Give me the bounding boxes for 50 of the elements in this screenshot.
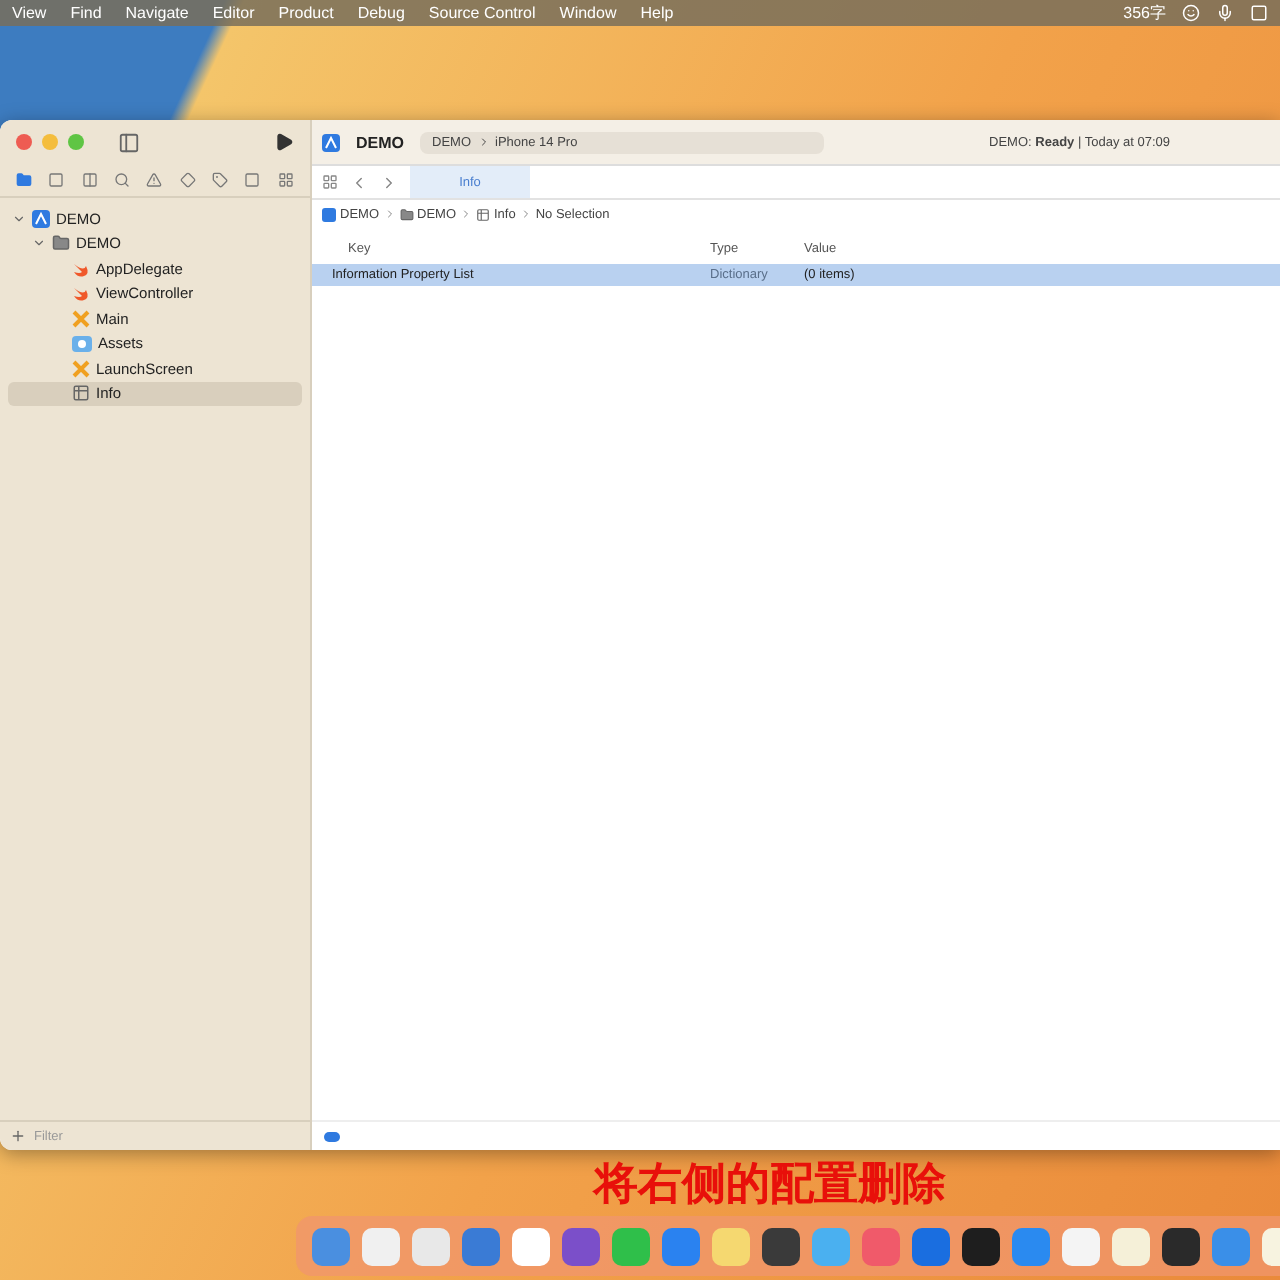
project-icon: [32, 209, 50, 228]
caption: 将右侧的配置删除: [590, 1157, 948, 1213]
folder-icon: [52, 234, 70, 253]
minimize-button[interactable]: [42, 134, 58, 150]
indicator-icon: [324, 1131, 340, 1141]
menu-item[interactable]: Window: [559, 4, 617, 22]
forward-icon[interactable]: [380, 173, 398, 191]
menu-item[interactable]: View: [12, 4, 47, 22]
add-icon[interactable]: [10, 1128, 26, 1144]
word-count: 356字: [1123, 2, 1166, 24]
symbols-tab-icon[interactable]: [81, 172, 98, 188]
dock-app-icon[interactable]: [962, 1227, 1000, 1265]
cross-icon: [72, 359, 90, 378]
table-icon: [476, 207, 490, 221]
issues-tab-icon[interactable]: [146, 172, 163, 188]
cross-icon: [72, 309, 90, 328]
zoom-button[interactable]: [68, 134, 84, 150]
run-icon[interactable]: [274, 132, 294, 152]
disclosure-icon[interactable]: [12, 211, 26, 226]
sidebar-toggle-icon[interactable]: [118, 131, 140, 153]
dock-app-icon[interactable]: [762, 1227, 800, 1265]
grid-icon[interactable]: [322, 174, 338, 190]
project-icon: [322, 207, 336, 221]
search-tab-icon[interactable]: [114, 172, 131, 188]
menu-item[interactable]: Find: [70, 4, 102, 22]
reports-tab-icon[interactable]: [277, 172, 294, 188]
menu-item[interactable]: Editor: [212, 4, 255, 22]
chevron-icon: [519, 208, 532, 220]
chevron-icon: [383, 208, 395, 220]
chevron-icon: [460, 208, 472, 220]
back-icon[interactable]: [350, 173, 368, 191]
project-icon: [322, 133, 340, 151]
disclosure-icon[interactable]: [32, 236, 46, 251]
menu-item[interactable]: Navigate: [125, 4, 189, 22]
folder-tab-icon[interactable]: [16, 172, 33, 188]
dock-app-icon[interactable]: [1162, 1227, 1200, 1265]
tests-tab-icon[interactable]: [179, 172, 196, 188]
table-icon: [72, 384, 90, 403]
menu-item[interactable]: Help: [640, 4, 674, 22]
chevron-icon: [477, 136, 489, 148]
smiley-icon[interactable]: [1182, 4, 1200, 22]
menu-item[interactable]: Source Control: [428, 4, 536, 22]
microphone-icon[interactable]: [1216, 4, 1234, 22]
assets-icon: [72, 335, 92, 352]
close-button[interactable]: [16, 134, 32, 150]
project-title: DEMO: [356, 133, 404, 151]
menu-item[interactable]: Debug: [357, 4, 405, 22]
debug-tab-icon[interactable]: [212, 172, 229, 188]
folder-icon: [399, 207, 413, 221]
menu-item[interactable]: Product: [278, 4, 334, 22]
